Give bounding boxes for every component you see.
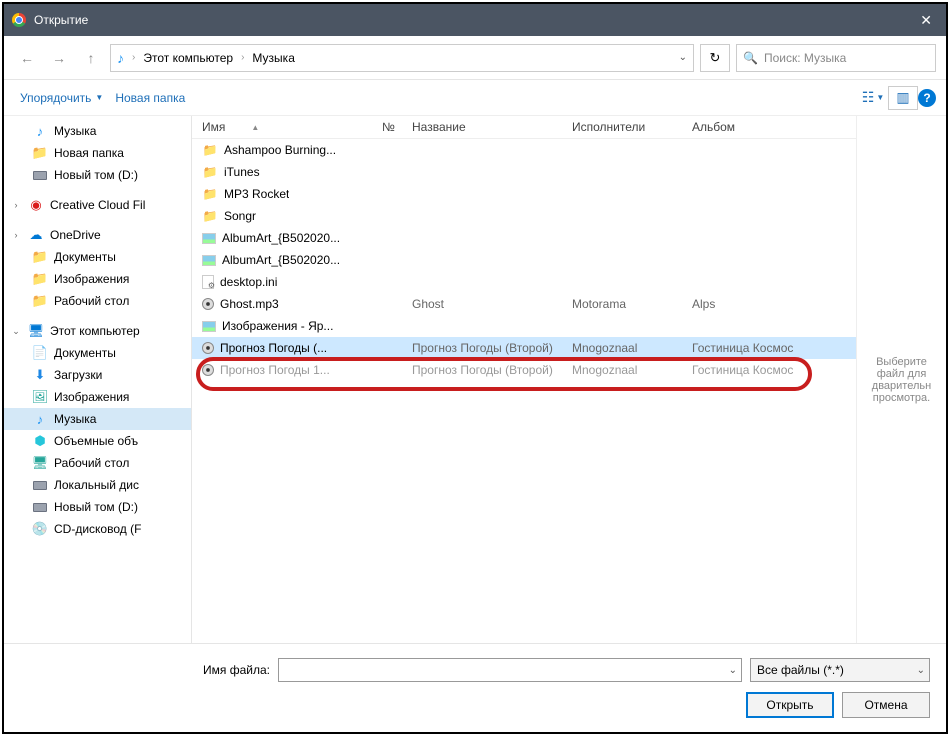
file-row[interactable]: MP3 Rocket <box>192 183 856 205</box>
music-icon: ♪ <box>117 50 124 66</box>
file-row[interactable]: Изображения - Яр... <box>192 315 856 337</box>
view-button[interactable]: ☷ ▼ <box>858 86 888 110</box>
nav-row: ← → ↑ ♪ › Этот компьютер › Музыка ⌄ ↻ 🔍 … <box>4 36 946 80</box>
bottom-bar: Имя файла: ⌄ Все файлы (*.*) ⌄ Открыть О… <box>4 643 946 732</box>
col-num[interactable]: № <box>382 120 412 134</box>
file-row[interactable]: iTunes <box>192 161 856 183</box>
sidebar: ♪МузыкаНовая папкаНовый том (D:)›◉Creati… <box>4 116 192 643</box>
organize-button[interactable]: Упорядочить▼ <box>14 87 109 109</box>
up-button[interactable]: ↑ <box>78 45 104 71</box>
main-area: Имя▲ № Название Исполнители Альбом Asham… <box>192 116 946 643</box>
sidebar-item[interactable]: ⌄🖥Этот компьютер <box>4 320 191 342</box>
chrome-icon <box>12 13 26 27</box>
sidebar-item[interactable]: 🖼Изображения <box>4 386 191 408</box>
filetype-filter[interactable]: Все файлы (*.*) ⌄ <box>750 658 930 682</box>
sidebar-item[interactable]: ⬢Объемные объ <box>4 430 191 452</box>
close-icon[interactable]: ✕ <box>914 12 938 29</box>
breadcrumb[interactable]: ♪ › Этот компьютер › Музыка ⌄ <box>110 44 694 72</box>
sidebar-item[interactable]: Новая папка <box>4 142 191 164</box>
sidebar-item[interactable]: 🖥Рабочий стол <box>4 452 191 474</box>
sidebar-item[interactable]: ♪Музыка <box>4 120 191 142</box>
file-row[interactable]: AlbumArt_{B502020... <box>192 249 856 271</box>
file-row[interactable]: Прогноз Погоды 1...Прогноз Погоды (Второ… <box>192 359 856 381</box>
help-icon[interactable]: ? <box>918 89 936 107</box>
preview-pane: Выберите файл для дварительн просмотра. <box>856 116 946 643</box>
file-row[interactable]: Ghost.mp3GhostMotoramaAlps <box>192 293 856 315</box>
open-button[interactable]: Открыть <box>746 692 834 718</box>
chevron-down-icon[interactable]: ⌄ <box>729 665 737 676</box>
dialog-body: ♪МузыкаНовая папкаНовый том (D:)›◉Creati… <box>4 116 946 643</box>
back-button[interactable]: ← <box>14 45 40 71</box>
preview-text: Выберите файл для дварительн просмотра. <box>863 356 940 404</box>
file-row[interactable]: AlbumArt_{B502020... <box>192 227 856 249</box>
file-row[interactable]: Ashampoo Burning... <box>192 139 856 161</box>
chevron-right-icon: › <box>237 52 248 63</box>
search-icon: 🔍 <box>743 51 758 65</box>
newfolder-button[interactable]: Новая папка <box>109 87 191 109</box>
window-title: Открытие <box>34 13 88 27</box>
titlebar: Открытие ✕ <box>4 4 946 36</box>
filename-input[interactable]: ⌄ <box>278 658 742 682</box>
sidebar-item[interactable]: Документы <box>4 246 191 268</box>
toolbar: Упорядочить▼ Новая папка ☷ ▼ ▥ ? <box>4 80 946 116</box>
forward-button[interactable]: → <box>46 45 72 71</box>
column-headers: Имя▲ № Название Исполнители Альбом <box>192 116 856 139</box>
chevron-down-icon[interactable]: ⌄ <box>917 665 925 676</box>
refresh-button[interactable]: ↻ <box>700 44 730 72</box>
chevron-right-icon: › <box>128 52 139 63</box>
col-artist[interactable]: Исполнители <box>572 120 692 134</box>
sidebar-item[interactable]: ♪Музыка <box>4 408 191 430</box>
file-row[interactable]: Songr <box>192 205 856 227</box>
filename-label: Имя файла: <box>20 663 270 677</box>
sidebar-item[interactable]: Новый том (D:) <box>4 496 191 518</box>
search-placeholder: Поиск: Музыка <box>764 51 846 65</box>
search-input[interactable]: 🔍 Поиск: Музыка <box>736 44 936 72</box>
col-title[interactable]: Название <box>412 120 572 134</box>
dialog-window: Открытие ✕ ← → ↑ ♪ › Этот компьютер › Му… <box>2 2 948 734</box>
file-row[interactable]: Прогноз Погоды (...Прогноз Погоды (Второ… <box>192 337 856 359</box>
sidebar-item[interactable]: Изображения <box>4 268 191 290</box>
sidebar-item[interactable]: Рабочий стол <box>4 290 191 312</box>
sidebar-item[interactable]: Новый том (D:) <box>4 164 191 186</box>
file-row[interactable]: desktop.ini <box>192 271 856 293</box>
col-name[interactable]: Имя▲ <box>202 120 382 134</box>
file-list-area: Имя▲ № Название Исполнители Альбом Asham… <box>192 116 856 643</box>
sidebar-item[interactable]: ›☁OneDrive <box>4 224 191 246</box>
breadcrumb-root[interactable]: Этот компьютер <box>143 51 233 65</box>
preview-pane-button[interactable]: ▥ <box>888 86 918 110</box>
sidebar-item[interactable]: 💿CD-дисковод (F <box>4 518 191 540</box>
sidebar-item[interactable]: ›◉Creative Cloud Fil <box>4 194 191 216</box>
chevron-down-icon[interactable]: ⌄ <box>679 52 687 63</box>
sidebar-item[interactable]: Локальный дис <box>4 474 191 496</box>
cancel-button[interactable]: Отмена <box>842 692 930 718</box>
sort-asc-icon: ▲ <box>251 123 259 132</box>
sidebar-item[interactable]: ⬇Загрузки <box>4 364 191 386</box>
sidebar-item[interactable]: 📄Документы <box>4 342 191 364</box>
col-album[interactable]: Альбом <box>692 120 832 134</box>
breadcrumb-current[interactable]: Музыка <box>252 51 294 65</box>
